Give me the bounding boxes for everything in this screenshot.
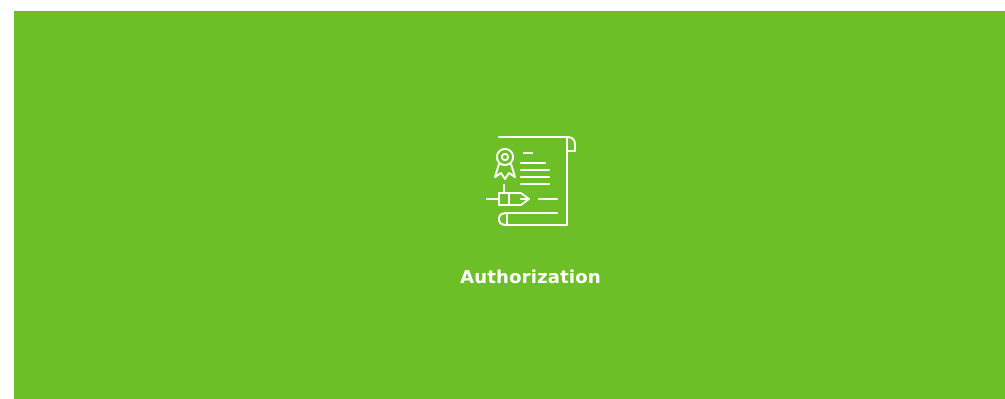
certificate-with-pen-icon [477,127,587,237]
tile-label: Authorization [460,267,601,288]
page: Authorization [0,0,1005,399]
authorization-tile[interactable]: Authorization [14,11,1005,399]
